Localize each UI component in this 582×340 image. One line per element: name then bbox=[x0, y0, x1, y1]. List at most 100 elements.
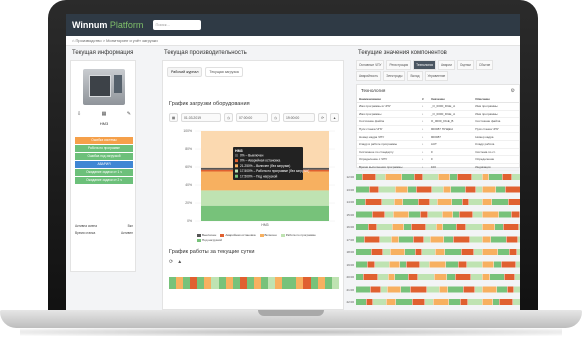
timeline-segment bbox=[445, 249, 461, 255]
table-cell: Имя программы в ЧПУ bbox=[357, 102, 420, 111]
date-from-input[interactable]: 01.03.2019 bbox=[181, 113, 221, 122]
status-item[interactable]: Ожидание задачи от 2 ч bbox=[75, 177, 133, 184]
component-tab[interactable]: Аварийность bbox=[356, 71, 382, 81]
screen: Winnum Platform Поиск... ⌂ Производство … bbox=[66, 14, 520, 310]
shift-timeline bbox=[169, 277, 339, 289]
calendar-icon[interactable]: ▦ bbox=[169, 113, 178, 122]
timeline-segment bbox=[399, 236, 413, 243]
table-row[interactable]: Кладр в работе программы ↓ AUT Кладр работа bbox=[357, 140, 519, 149]
legend-item[interactable]: Аварийная остановка bbox=[220, 233, 256, 237]
table-row[interactable]: Системное по стандарту ↓ 0 Система по ст. bbox=[357, 148, 519, 157]
top-bar: Winnum Platform Поиск... bbox=[66, 14, 520, 36]
refresh-icon[interactable]: ⟳ bbox=[169, 259, 173, 265]
status-item[interactable]: Работа по программе bbox=[75, 145, 133, 152]
status-item[interactable]: Ошибка под загрузкой bbox=[75, 153, 133, 160]
time-from-input[interactable]: 07:00:00 bbox=[236, 113, 268, 122]
breadcrumb[interactable]: ⌂ Производство > Мониторинг и учёт загру… bbox=[66, 36, 520, 46]
component-tab[interactable]: Технология bbox=[413, 60, 436, 70]
timeline-segment bbox=[457, 174, 472, 180]
info-name: Время станка bbox=[75, 231, 96, 235]
timeline-segment bbox=[415, 249, 422, 255]
timeline-segment bbox=[368, 224, 377, 230]
component-tab[interactable]: Аварии bbox=[437, 60, 455, 70]
table-cell: Пуск станка ЧПУ bbox=[473, 125, 519, 134]
timeline-segment bbox=[476, 186, 482, 193]
edit-icon[interactable]: ✎ bbox=[127, 111, 131, 117]
clock-icon[interactable]: ◷ bbox=[224, 113, 233, 122]
component-tab[interactable]: Сбытие bbox=[475, 60, 494, 70]
tab-work-log[interactable]: Рабочий журнал bbox=[167, 67, 203, 77]
timeline-segment bbox=[511, 211, 520, 218]
component-tab[interactable]: Регистрация bbox=[386, 60, 412, 70]
component-tab[interactable]: Управление bbox=[424, 71, 449, 81]
time-to-input[interactable]: 19:00:00 bbox=[283, 113, 315, 122]
component-tab[interactable]: Основные ЧПУ bbox=[356, 60, 385, 70]
component-timeline bbox=[356, 174, 520, 305]
left-panel-title: Текущая информация bbox=[72, 50, 134, 56]
timeline-segment bbox=[507, 286, 514, 293]
shift-segment bbox=[218, 277, 226, 289]
legend-item[interactable]: Под нагрузкой bbox=[197, 238, 222, 242]
legend-item[interactable]: Работа по программе bbox=[280, 233, 316, 237]
table-row[interactable]: Состояние файла ↓ O_0000_DGE_B Состояние фа… bbox=[357, 117, 519, 126]
chart-controls: ▦ 01.03.2019 ◷ 07:00:00 ◷ 19:00:00 ⟳ ▲ bbox=[169, 113, 339, 122]
status-item[interactable]: Ошибка системы bbox=[75, 137, 133, 144]
table-row[interactable]: Номер кадра ЧПУ ↓ 900087 Номер кадра bbox=[357, 132, 519, 141]
timeline-segment bbox=[462, 199, 469, 205]
download-icon[interactable]: ⇩ bbox=[77, 111, 81, 117]
clock-icon[interactable]: ◷ bbox=[271, 113, 280, 122]
component-tab[interactable]: Вклад bbox=[407, 71, 423, 81]
table-cell: 900087 bbox=[428, 132, 474, 141]
timeline-segment bbox=[395, 274, 408, 280]
gear-icon[interactable]: ⚙ bbox=[511, 88, 515, 94]
legend-label: Включен bbox=[264, 233, 277, 237]
legend-item[interactable]: Выключен bbox=[197, 233, 216, 237]
bar-segment-3[interactable] bbox=[201, 190, 329, 206]
export-icon[interactable]: ▲ bbox=[177, 259, 182, 265]
table-row[interactable]: Время выполнения программы ↓ 100 Индикация bbox=[357, 163, 519, 172]
table-row[interactable]: Определение с ЧПУ ↓ 0 Определение bbox=[357, 155, 519, 164]
timeline-segment bbox=[437, 199, 452, 205]
export-icon[interactable]: ▲ bbox=[330, 113, 339, 122]
shift-segment bbox=[239, 277, 247, 289]
legend-label: Под нагрузкой bbox=[202, 238, 222, 242]
timeline-segment bbox=[482, 199, 492, 205]
timeline-segment bbox=[436, 224, 443, 230]
shift-segment bbox=[246, 277, 254, 289]
legend-swatch bbox=[197, 233, 201, 237]
table-row[interactable]: Имя программы ↓ _O_0000_DGE_A Имя программы bbox=[357, 110, 519, 119]
table-cell: AUT bbox=[428, 140, 474, 149]
table-cell: 0 bbox=[428, 148, 474, 157]
table-row[interactable]: Имя программы в ЧПУ ↓ _O_0000_DGE_A Имя про… bbox=[357, 102, 519, 111]
info-value: Вкл bbox=[127, 224, 133, 228]
table-cell: ↓ bbox=[419, 117, 429, 126]
timeline-segment bbox=[499, 299, 513, 305]
timeline-segment bbox=[508, 199, 520, 205]
table-cell: _O_0000_DGE_A bbox=[428, 110, 474, 119]
table-cell: ↓ bbox=[419, 148, 429, 157]
timeline-segment bbox=[392, 224, 404, 230]
chart-legend: Выключен Аварийная остановка Включен Работа… bbox=[197, 233, 337, 242]
search-input[interactable]: Поиск... bbox=[153, 20, 202, 30]
timeline-segment bbox=[470, 236, 482, 243]
app-logo[interactable]: Winnum Platform bbox=[72, 20, 143, 30]
status-item[interactable]: Ожидание задачи от 1 ч bbox=[75, 169, 133, 176]
machine-control-panel bbox=[114, 75, 122, 93]
tooltip-line: 21.250% – Включен (без загрузки) bbox=[240, 164, 290, 168]
timeline-segment bbox=[482, 186, 496, 193]
timeline-segment bbox=[409, 211, 420, 218]
tab-current-load[interactable]: Текущая загрузка bbox=[205, 67, 243, 77]
timeline-segment bbox=[375, 261, 389, 268]
y-tick-label: 20% bbox=[185, 201, 192, 205]
component-tab[interactable]: Электроды bbox=[383, 71, 406, 81]
refresh-icon[interactable]: ⟳ bbox=[318, 113, 327, 122]
table-row[interactable]: Пуск станка ЧПУ ↓ 900087 ПУЩЕН Пуск станка … bbox=[357, 125, 519, 134]
legend-item[interactable]: Включен bbox=[259, 233, 277, 237]
bar-segment-4[interactable] bbox=[201, 205, 329, 221]
timeline-segment bbox=[356, 199, 365, 205]
component-tab[interactable]: Оценки bbox=[456, 60, 474, 70]
status-item[interactable]: АВАРИЯ bbox=[75, 161, 133, 168]
timeline-segment bbox=[482, 286, 497, 293]
grid-icon[interactable]: ▦ bbox=[102, 111, 107, 117]
timeline-segment bbox=[449, 299, 460, 305]
